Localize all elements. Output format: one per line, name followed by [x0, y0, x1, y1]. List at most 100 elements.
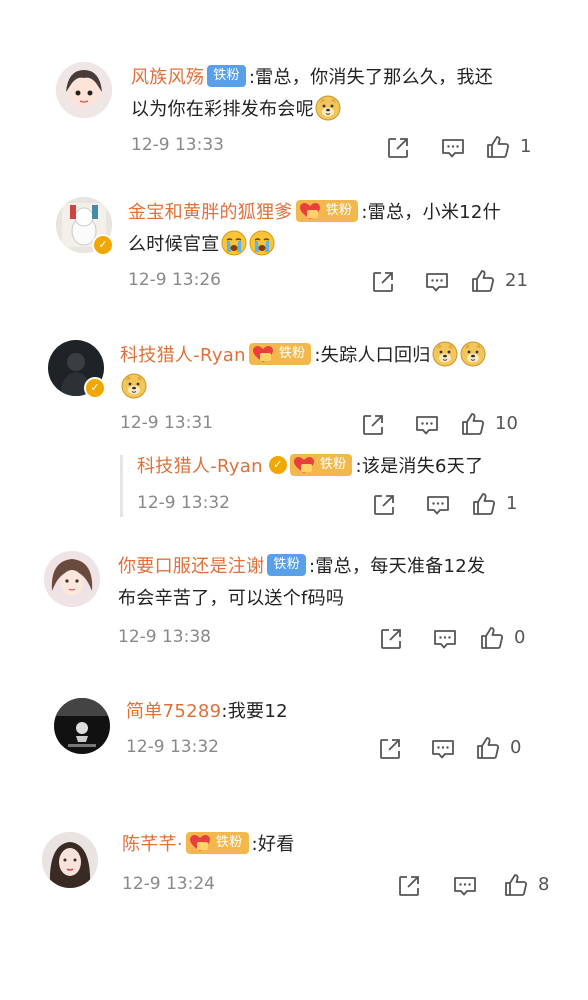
share-icon [360, 412, 386, 438]
comment-icon [424, 269, 450, 295]
user-name[interactable]: 科技猎人-Ryan [120, 345, 246, 366]
fan-badge-label: 铁粉 [325, 203, 353, 218]
like-button[interactable] [485, 134, 511, 160]
comment-text: 简单75289:我要12 [126, 696, 546, 728]
reply-button[interactable] [430, 736, 456, 762]
fan-badge[interactable]: 铁粉 [185, 832, 249, 854]
fan-badge[interactable]: 铁粉 [248, 343, 312, 365]
like-count: 21 [505, 270, 528, 291]
verified-icon: ✓ [92, 234, 114, 256]
share-button[interactable] [396, 873, 422, 899]
reply-button[interactable] [452, 873, 478, 899]
fan-badge-label: 铁粉 [319, 457, 347, 472]
doge-emoji [432, 341, 458, 367]
comment-icon [425, 492, 451, 518]
heart-level-icon [292, 455, 316, 475]
like-button[interactable] [460, 411, 486, 437]
like-icon [460, 411, 486, 437]
like-count: 0 [514, 627, 526, 648]
doge-emoji [121, 373, 147, 399]
comment-body: 以为你在彩排发布会呢 [131, 99, 314, 120]
heart-level-icon [298, 201, 322, 221]
comment-text: 陈芊芊· 铁粉 :好看 [122, 829, 542, 861]
like-count: 0 [510, 737, 522, 758]
user-name[interactable]: 陈芊芊· [122, 834, 183, 855]
fan-badge[interactable]: 铁粉 [267, 554, 307, 576]
comment-text: 风族风殇 铁粉:雷总，你消失了那么久，我还 以为你在彩排发布会呢 [131, 62, 551, 126]
like-count: 1 [520, 136, 532, 157]
reply-button[interactable] [414, 412, 440, 438]
comment-text: 科技猎人-Ryan 铁粉 :失踪人口回归 [120, 340, 540, 404]
comment-body: :该是消失6天了 [355, 456, 484, 477]
avatar[interactable] [44, 551, 100, 607]
like-button[interactable] [475, 735, 501, 761]
share-icon [378, 626, 404, 652]
user-name[interactable]: 简单75289 [126, 701, 221, 722]
comment-text: 金宝和黄胖的狐狸爹 铁粉 :雷总，小米12什 么时候官宣 [128, 197, 548, 261]
share-button[interactable] [385, 135, 411, 161]
share-icon [370, 269, 396, 295]
comment-body: :失踪人口回归 [314, 345, 431, 366]
like-button[interactable] [479, 625, 505, 651]
verified-icon: ✓ [268, 456, 287, 474]
like-button[interactable] [503, 872, 529, 898]
comment-body: 么时候官宣 [128, 234, 220, 255]
share-button[interactable] [371, 492, 397, 518]
comment-time: 12-9 13:33 [131, 135, 224, 155]
share-button[interactable] [377, 736, 403, 762]
comment-body: :雷总，每天准备12发 [309, 556, 486, 577]
reply-button[interactable] [432, 626, 458, 652]
user-name[interactable]: 风族风殇 [131, 67, 204, 88]
comment-time: 12-9 13:31 [120, 413, 213, 433]
avatar[interactable] [54, 698, 110, 754]
comment-time: 12-9 13:38 [118, 627, 211, 647]
reply-button[interactable] [425, 492, 451, 518]
comment-body: :我要12 [221, 701, 288, 722]
comment-icon [432, 626, 458, 652]
comment-time: 12-9 13:26 [128, 270, 221, 290]
user-name[interactable]: 科技猎人-Ryan [137, 456, 263, 477]
comment-icon [452, 873, 478, 899]
reply-text: 科技猎人-Ryan ✓ 铁粉 :该是消失6天了 [137, 451, 557, 483]
comment-text: 你要口服还是注谢 铁粉:雷总，每天准备12发 布会辛苦了，可以送个f码吗 [118, 551, 548, 615]
like-icon [470, 268, 496, 294]
avatar[interactable] [56, 62, 112, 118]
like-icon [471, 491, 497, 517]
like-icon [503, 872, 529, 898]
crying-emoji [249, 230, 275, 256]
share-button[interactable] [360, 412, 386, 438]
user-name[interactable]: 金宝和黄胖的狐狸爹 [128, 202, 293, 223]
reply-button[interactable] [424, 269, 450, 295]
comment-body: :雷总，你消失了那么久，我还 [248, 67, 494, 88]
share-button[interactable] [370, 269, 396, 295]
fan-badge[interactable]: 铁粉 [289, 454, 353, 476]
fan-badge-label: 铁粉 [278, 346, 306, 361]
like-icon [485, 134, 511, 160]
like-count: 10 [495, 413, 518, 434]
comment-time: 12-9 13:32 [126, 737, 219, 757]
fan-badge[interactable]: 铁粉 [295, 200, 359, 222]
doge-emoji [460, 341, 486, 367]
comment-body: :雷总，小米12什 [361, 202, 501, 223]
comment-time: 12-9 13:32 [137, 493, 230, 513]
share-icon [377, 736, 403, 762]
reply-divider [120, 455, 123, 517]
fan-badge[interactable]: 铁粉 [207, 65, 246, 87]
comment-body: 布会辛苦了，可以送个f码吗 [118, 588, 345, 609]
comment-time: 12-9 13:24 [122, 874, 215, 894]
fan-badge-label: 铁粉 [215, 835, 243, 850]
like-button[interactable] [470, 268, 496, 294]
share-button[interactable] [378, 626, 404, 652]
avatar[interactable] [42, 832, 98, 888]
like-button[interactable] [471, 491, 497, 517]
user-name[interactable]: 你要口服还是注谢 [118, 556, 264, 577]
doge-emoji [315, 95, 341, 121]
share-icon [371, 492, 397, 518]
like-icon [475, 735, 501, 761]
verified-icon: ✓ [84, 377, 106, 399]
comment-icon [440, 135, 466, 161]
reply-button[interactable] [440, 135, 466, 161]
comment-body: :好看 [251, 834, 295, 855]
comment-icon [430, 736, 456, 762]
crying-emoji [221, 230, 247, 256]
